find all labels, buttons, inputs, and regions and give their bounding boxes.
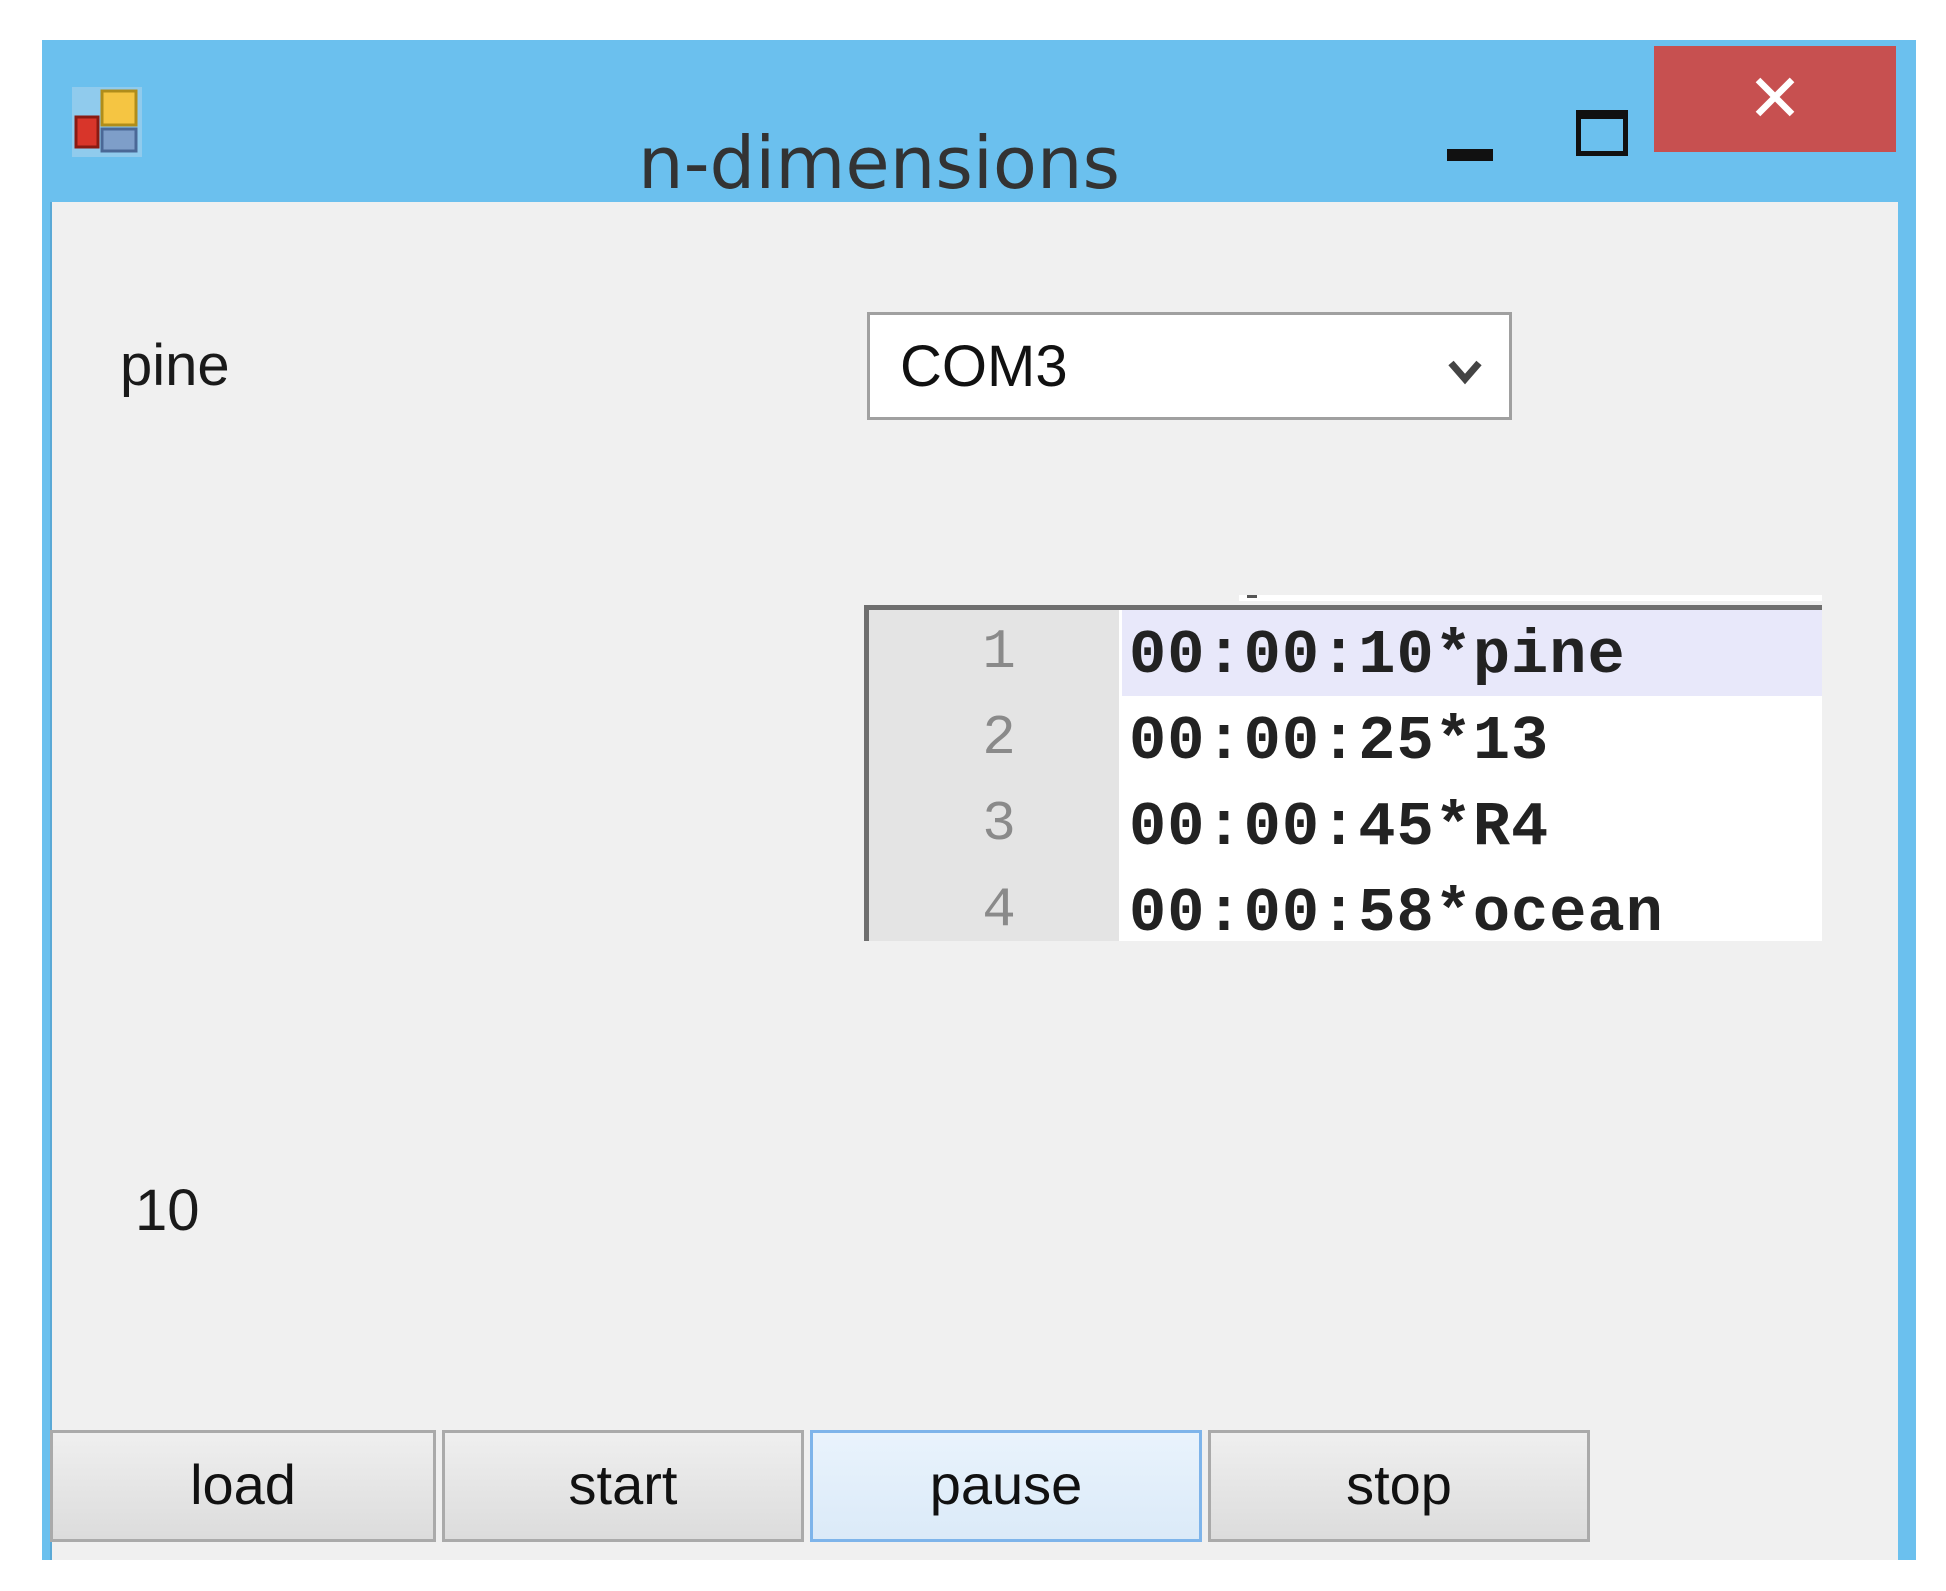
- load-button[interactable]: load: [50, 1430, 436, 1542]
- app-window: n-dimensions ✕ pine COM3 1 00:00:10*pine…: [42, 40, 1916, 1560]
- line-number: 1: [982, 620, 1016, 684]
- script-editor[interactable]: 1 00:00:10*pine 2 00:00:25*13 3 00:00:45…: [864, 605, 1822, 941]
- close-button[interactable]: ✕: [1654, 46, 1896, 152]
- counter-label: 10: [135, 1178, 200, 1243]
- line-number: 2: [982, 706, 1016, 770]
- client-area: pine COM3 1 00:00:10*pine 2 00:00:25*13 …: [50, 202, 1898, 1560]
- chevron-down-icon: [1448, 360, 1482, 385]
- editor-top-edge: [1239, 595, 1822, 601]
- editor-line[interactable]: 4 00:00:58*ocean: [869, 868, 1822, 941]
- minimize-icon[interactable]: [1412, 100, 1522, 170]
- maximize-icon[interactable]: [1547, 100, 1657, 170]
- line-text: 00:00:10*pine: [1129, 620, 1626, 691]
- current-word-label: pine: [120, 333, 230, 398]
- window-title: n-dimensions: [637, 121, 1121, 205]
- editor-line[interactable]: 2 00:00:25*13: [869, 696, 1822, 782]
- stop-button[interactable]: stop: [1208, 1430, 1590, 1542]
- editor-line[interactable]: 3 00:00:45*R4: [869, 782, 1822, 868]
- port-select-value: COM3: [900, 334, 1068, 399]
- line-number: 4: [982, 878, 1016, 941]
- line-text: 00:00:58*ocean: [1129, 878, 1664, 941]
- line-number: 3: [982, 792, 1016, 856]
- line-text: 00:00:25*13: [1129, 706, 1550, 777]
- pause-button[interactable]: pause: [810, 1430, 1202, 1542]
- title-bar[interactable]: n-dimensions ✕: [42, 40, 1916, 205]
- port-select[interactable]: COM3: [867, 312, 1512, 420]
- line-text: 00:00:45*R4: [1129, 792, 1550, 863]
- close-icon: ✕: [1747, 60, 1803, 137]
- editor-line[interactable]: 1 00:00:10*pine: [869, 610, 1822, 696]
- editor-top-tick: [1247, 595, 1257, 598]
- start-button[interactable]: start: [442, 1430, 804, 1542]
